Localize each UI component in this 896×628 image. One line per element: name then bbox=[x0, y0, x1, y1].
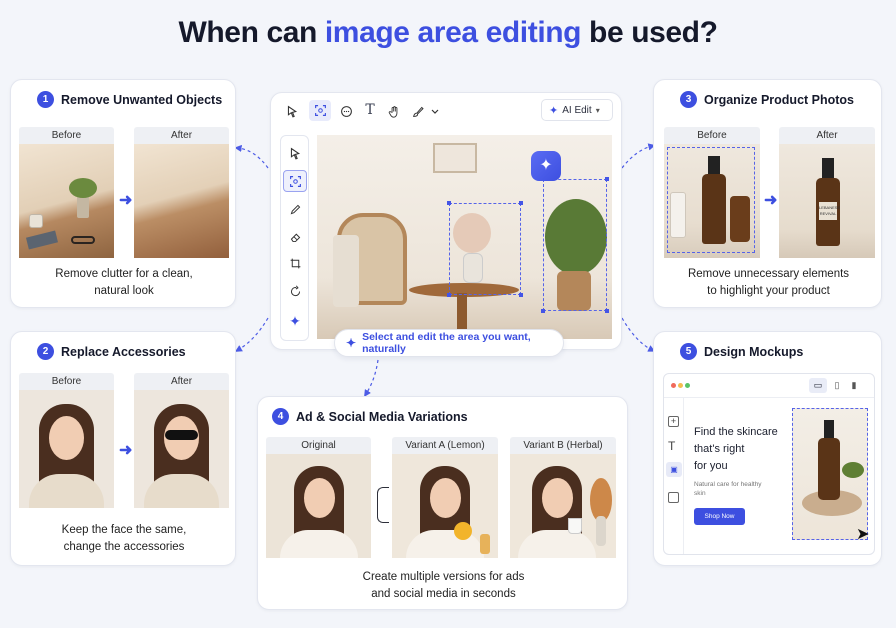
lemon bbox=[454, 522, 472, 540]
step-number: 2 bbox=[37, 343, 54, 360]
mockup-subtext: Natural care for healthy bbox=[694, 481, 762, 488]
ai-sparkle-badge[interactable]: ✦ bbox=[531, 151, 561, 181]
hint-pill: ✦ Select and edit the area you want, nat… bbox=[334, 329, 564, 357]
before-photo bbox=[19, 390, 114, 508]
before-photo bbox=[664, 144, 760, 258]
top-toolbar: T ✦ AI Edit ▾ bbox=[271, 93, 623, 127]
mobile-view-icon[interactable]: ▮ bbox=[848, 378, 860, 393]
variant-a-photo bbox=[392, 454, 498, 558]
step-number: 3 bbox=[680, 91, 697, 108]
before-label: Before bbox=[19, 373, 114, 390]
arrow-right-icon: ➜ bbox=[119, 442, 133, 459]
comment-icon[interactable] bbox=[337, 102, 355, 120]
hint-text: Select and edit the area you want, natur… bbox=[362, 331, 531, 355]
editor-window: T ✦ AI Edit ▾ ✦ ✦ bbox=[270, 92, 622, 350]
card-title: Ad & Social Media Variations bbox=[296, 409, 468, 424]
desktop-view-icon[interactable]: ▭ bbox=[809, 378, 827, 393]
chevron-down-icon[interactable] bbox=[429, 102, 441, 120]
caption-line: Remove unnecessary elements bbox=[687, 268, 850, 280]
brush-icon[interactable] bbox=[409, 102, 427, 120]
after-photo bbox=[134, 144, 229, 258]
cursor-icon[interactable] bbox=[283, 102, 301, 120]
card-title: Replace Accessories bbox=[61, 344, 186, 359]
card-ad-variations: 4 Ad & Social Media Variations Original V… bbox=[257, 396, 628, 610]
cursor-icon: ➤ bbox=[856, 526, 870, 543]
image-icon[interactable]: ▣ bbox=[666, 462, 682, 477]
cursor-icon[interactable] bbox=[286, 144, 304, 162]
chevron-down-icon: ▾ bbox=[595, 105, 600, 115]
mockup-window: ▭ ▯ ▮ + T ▣ Find the skincare that's rig… bbox=[663, 373, 875, 555]
rotate-icon[interactable] bbox=[286, 282, 304, 300]
after-label: After bbox=[134, 127, 229, 144]
page-title: When can image area editing be used? bbox=[178, 16, 718, 49]
mockup-heading: that's right bbox=[694, 443, 745, 455]
card-design-mockups: 5 Design Mockups ▭ ▯ ▮ + T ▣ Find the ski… bbox=[653, 331, 882, 566]
card-title: Design Mockups bbox=[704, 344, 804, 359]
step-number: 1 bbox=[37, 91, 54, 108]
variant-b-label: Variant B (Herbal) bbox=[510, 437, 616, 454]
card-remove-objects: 1 Remove Unwanted Objects Before ➜ After … bbox=[10, 79, 236, 308]
caption-line: to highlight your product bbox=[707, 285, 830, 297]
arrow-right-icon: ➜ bbox=[764, 192, 778, 209]
card-title: Remove Unwanted Objects bbox=[61, 92, 223, 107]
branch-connector bbox=[377, 487, 389, 523]
caption-line: and social media in seconds bbox=[371, 588, 516, 600]
before-label: Before bbox=[19, 127, 114, 144]
eraser-icon[interactable] bbox=[286, 228, 304, 246]
sparkle-icon[interactable]: ✦ bbox=[286, 312, 304, 330]
card-title: Organize Product Photos bbox=[704, 92, 855, 107]
mockup-heading: for you bbox=[694, 460, 728, 472]
arrow-right-icon: ➜ bbox=[119, 192, 133, 209]
wall-frame bbox=[433, 143, 477, 173]
text-icon[interactable]: T bbox=[361, 101, 379, 119]
mockup-subtext: skin bbox=[694, 490, 706, 497]
product-label: REVIVAL bbox=[819, 211, 837, 216]
selection-box-plant[interactable] bbox=[543, 179, 607, 311]
after-label: After bbox=[134, 373, 229, 390]
side-toolbar: ✦ bbox=[280, 135, 309, 341]
crop-icon[interactable] bbox=[286, 254, 304, 272]
sunglasses bbox=[165, 430, 198, 440]
before-label: Before bbox=[664, 127, 760, 144]
tablet-view-icon[interactable]: ▯ bbox=[830, 378, 844, 393]
variant-a-label: Variant A (Lemon) bbox=[392, 437, 498, 454]
after-photo bbox=[134, 390, 229, 508]
card-organize-products: 3 Organize Product Photos Before ➜ After … bbox=[653, 79, 882, 308]
sparkle-icon: ✦ bbox=[549, 104, 559, 117]
before-photo bbox=[19, 144, 114, 258]
area-select-icon[interactable] bbox=[283, 170, 307, 192]
editor-canvas[interactable]: ✦ bbox=[317, 135, 612, 339]
step-number: 4 bbox=[272, 408, 289, 425]
selection-box-vase[interactable] bbox=[449, 203, 521, 295]
caption-line: Remove clutter for a clean, bbox=[55, 268, 193, 280]
shop-now-button[interactable]: Shop Now bbox=[694, 508, 745, 525]
pencil-icon[interactable] bbox=[286, 200, 304, 218]
text-icon[interactable]: T bbox=[668, 439, 675, 453]
area-select-icon[interactable] bbox=[309, 100, 331, 121]
caption-line: Keep the face the same, bbox=[61, 524, 187, 536]
caption-line: change the accessories bbox=[63, 541, 185, 553]
hand-icon[interactable] bbox=[385, 102, 403, 120]
step-number: 5 bbox=[680, 343, 697, 360]
original-label: Original bbox=[266, 437, 371, 454]
add-icon[interactable]: + bbox=[668, 416, 679, 427]
caption-line: Create multiple versions for ads bbox=[362, 571, 525, 583]
tea-cup bbox=[568, 518, 582, 534]
after-label: After bbox=[779, 127, 875, 144]
variant-b-photo bbox=[510, 454, 616, 558]
ai-edit-button[interactable]: ✦ AI Edit ▾ bbox=[541, 99, 613, 121]
ai-edit-label: AI Edit bbox=[562, 104, 592, 116]
caption-line: natural look bbox=[94, 285, 154, 297]
sparkle-icon: ✦ bbox=[346, 336, 357, 350]
card-replace-accessories: 2 Replace Accessories Before ➜ After Keep… bbox=[10, 331, 236, 566]
layout-icon[interactable] bbox=[668, 492, 679, 503]
original-photo bbox=[266, 454, 371, 558]
mockup-heading: Find the skincare bbox=[694, 426, 778, 438]
after-photo: LEBANESE REVIVAL bbox=[779, 144, 875, 258]
